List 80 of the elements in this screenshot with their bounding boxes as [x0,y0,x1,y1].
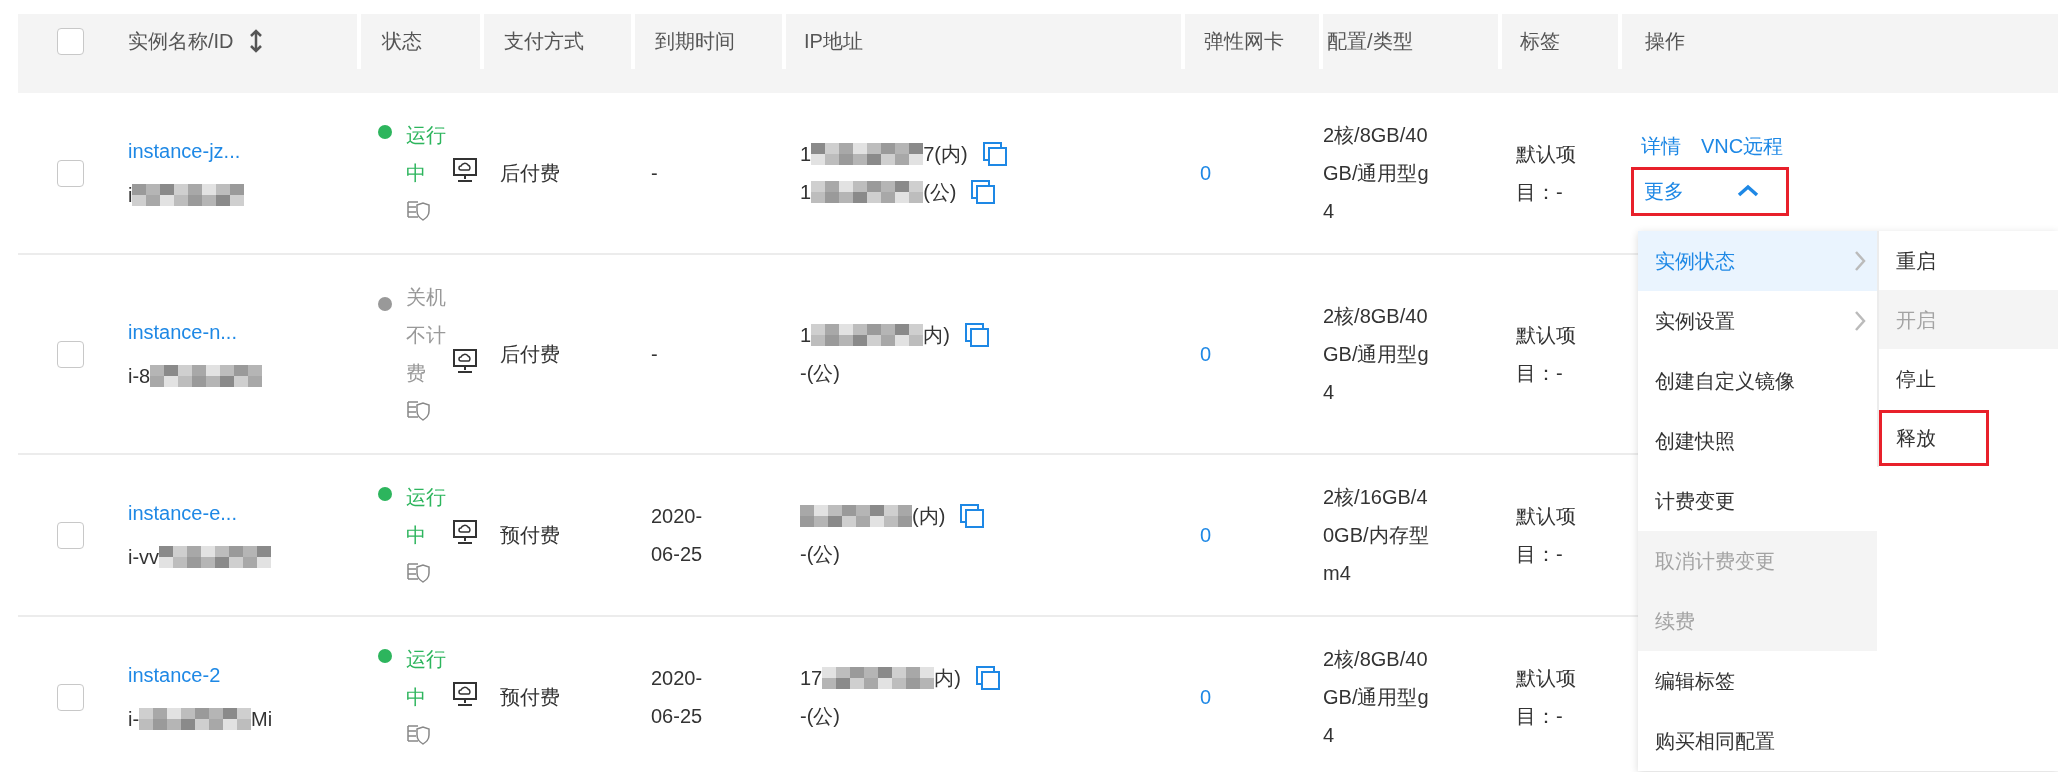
column-header: 操作 [1645,29,1685,55]
column-header: IP地址 [804,29,863,55]
tag-text: 默认项目：- [1516,504,1577,567]
action-link[interactable]: VNC远程 [1701,130,1784,161]
column-header: 弹性网卡 [1204,29,1284,55]
eni-count-link[interactable]: 0 [1200,343,1212,365]
payment-type: 后付费 [500,162,560,184]
ip-address: -(公) [800,361,840,386]
column-header: 到期时间 [655,29,735,55]
action-link[interactable]: 详情 [1641,130,1681,161]
ip-address: 7(内) [923,142,968,167]
ip-address: 17 [800,666,823,691]
ip-address: (内) [912,504,946,529]
monitor-icon [452,347,478,374]
instance-name-link[interactable]: instance-2 [128,660,357,690]
payment-type: 后付费 [500,343,560,365]
expiry-date: - [651,342,659,367]
copy-button[interactable] [970,179,997,205]
ip-address: -(公) [800,542,840,567]
ip-address: 内) [934,666,961,691]
ip-address: 1 [800,180,812,205]
expiry-date: - [651,161,659,186]
ip-address: (公) [923,180,957,205]
checkbox[interactable] [57,340,84,368]
instance-id: i [128,183,133,208]
status-text: 运行中 [406,647,446,710]
copy-button[interactable] [959,503,986,529]
column-header: 标签 [1520,29,1560,55]
instance-name-link[interactable]: instance-e... [128,498,357,528]
shield-icon [406,399,432,423]
copy-button[interactable] [963,322,990,348]
column-header: 支付方式 [504,29,584,55]
eni-count-link[interactable]: 0 [1200,686,1212,708]
expiry-date: 2020-06-25 [651,504,704,567]
monitor-icon [452,519,478,545]
status-text: 运行中 [406,123,446,186]
checkbox[interactable] [57,159,84,187]
instance-config: 2核/8GB/40GB/通用型g4 [1323,123,1430,224]
column-header: 配置/类型 [1327,29,1413,55]
shield-icon [406,199,432,223]
instance-config: 2核/8GB/40GB/通用型g4 [1323,304,1430,405]
ip-address: 1 [800,142,812,167]
expiry-date: 2020-06-25 [651,666,704,729]
status-text: 关机不计费 [406,285,446,386]
menu-item[interactable]: 实例状态 [1638,231,1877,291]
ip-address: -(公) [800,704,840,729]
menu-item[interactable]: 购买相同配置 [1638,711,1877,771]
menu-item: 续费 [1638,591,1877,651]
tag-text: 默认项目：- [1516,323,1577,386]
tag-text: 默认项目：- [1516,142,1577,205]
eni-count-link[interactable]: 0 [1200,162,1212,184]
more-button[interactable]: 更多 [1631,166,1789,216]
instance-id: i-vv [128,545,160,570]
ip-address: 内) [923,323,950,348]
instance-config: 2核/16GB/40GB/内存型m4 [1323,485,1430,586]
instance-id: i- [128,707,140,732]
copy-button[interactable] [981,141,1008,167]
eni-count-link[interactable]: 0 [1200,524,1212,546]
checkbox[interactable] [57,27,84,55]
instance-config: 2核/8GB/40GB/通用型g4 [1323,647,1430,748]
monitor-icon [452,681,478,707]
shield-icon [406,561,432,585]
column-header: 状态 [382,29,422,55]
checkbox[interactable] [57,683,84,711]
monitor-icon [452,157,478,183]
shield-icon [406,723,432,747]
payment-type: 预付费 [500,686,560,708]
menu-item: 取消计费变更 [1638,531,1877,591]
ip-address: 1 [800,323,812,348]
instance-name-link[interactable]: instance-jz... [128,136,357,166]
instance-name-link[interactable]: instance-n... [128,317,357,347]
tag-text: 默认项目：- [1516,666,1577,729]
status-text: 运行中 [406,485,446,548]
instance-id: i-8 [128,364,151,389]
column-header[interactable]: 实例名称/ID [128,26,234,57]
copy-button[interactable] [974,665,1001,691]
instance-id: Mi [251,707,273,732]
payment-type: 预付费 [500,524,560,546]
checkbox[interactable] [57,521,84,549]
submenu-item: 开启 [1879,290,2058,349]
